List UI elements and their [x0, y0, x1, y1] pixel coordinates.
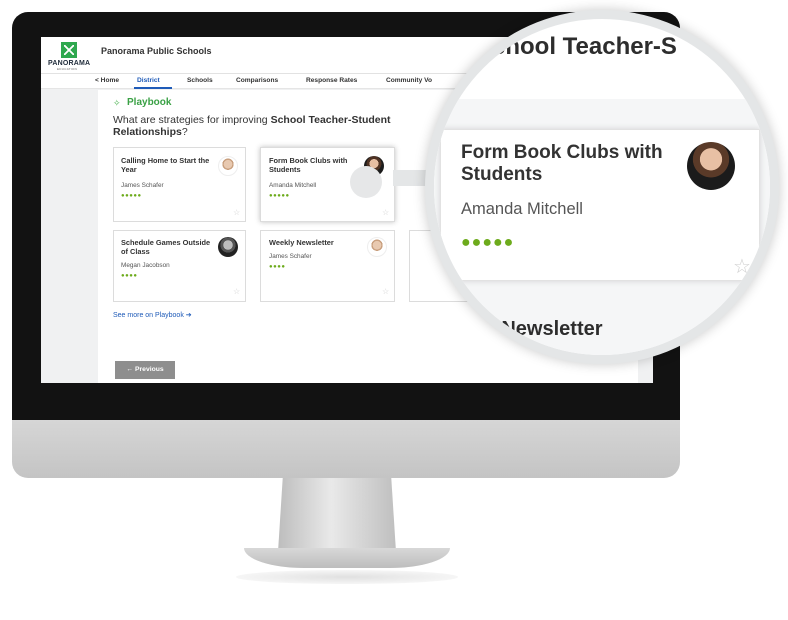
- magnified-next-card-title: kly Newsletter: [468, 318, 603, 340]
- strategy-card-schedule-games[interactable]: Schedule Games Outside of Class Megan Ja…: [113, 230, 246, 302]
- monitor-stand: [278, 478, 396, 552]
- magnifier: chool Teacher-S Form Book Clubs with Stu…: [425, 10, 779, 364]
- magnified-author-avatar: [687, 142, 735, 190]
- see-more-link[interactable]: See more on Playbook ➔: [113, 311, 192, 319]
- monitor-shadow: [236, 570, 458, 584]
- magnified-rating-apples: ●●●●●: [461, 234, 515, 251]
- nav-active-indicator: [134, 87, 172, 89]
- strategy-card-weekly-newsletter[interactable]: Weekly Newsletter James Schafer ●●●● ☆: [260, 230, 395, 302]
- playbook-title: Playbook: [127, 97, 172, 108]
- logo-text: PANORAMA: [48, 60, 91, 67]
- author-avatar: [218, 237, 238, 257]
- card-title: Weekly Newsletter: [269, 238, 334, 247]
- favorite-star-icon[interactable]: ☆: [233, 208, 240, 217]
- magnified-question-fragment: chool Teacher-S: [492, 33, 677, 60]
- previous-button[interactable]: ← Previous: [115, 361, 175, 379]
- logo-subtext: EDUCATION: [57, 67, 78, 71]
- magnified-favorite-star-icon[interactable]: ☆: [733, 254, 751, 279]
- org-name: Panorama Public Schools: [101, 46, 212, 56]
- card-title: Schedule Games Outside of Class: [121, 238, 211, 256]
- card-author: Amanda Mitchell: [269, 182, 317, 189]
- card-title: Form Book Clubs with Students: [269, 156, 348, 174]
- question-suffix: ?: [181, 126, 188, 138]
- magnified-star-icon-2: ☆: [704, 327, 719, 344]
- nav-home[interactable]: < Home: [95, 77, 119, 84]
- nav-community-voice[interactable]: Community Vo: [386, 77, 432, 84]
- rating-apples: ●●●●: [269, 264, 286, 270]
- favorite-star-icon[interactable]: ☆: [382, 208, 389, 217]
- nav-schools[interactable]: Schools: [187, 77, 213, 84]
- monitor-chin: [12, 420, 680, 478]
- nav-response-rates[interactable]: Response Rates: [306, 77, 357, 84]
- rating-apples: ●●●●: [121, 273, 138, 279]
- rating-apples: ●●●●●: [269, 193, 290, 199]
- author-avatar: [367, 237, 387, 257]
- card-author: James Schafer: [121, 182, 164, 189]
- playbook-icon: ✧: [113, 98, 121, 108]
- nav-comparisons[interactable]: Comparisons: [236, 77, 278, 84]
- lens-focus-dot: [350, 166, 382, 198]
- magnified-card[interactable]: Form Book Clubs with Students Amanda Mit…: [440, 129, 760, 281]
- favorite-star-icon[interactable]: ☆: [382, 287, 389, 296]
- rating-apples: ●●●●●: [121, 193, 142, 199]
- card-author: Megan Jacobson: [121, 262, 170, 269]
- monitor-base: [244, 548, 450, 568]
- card-title: Calling Home to Start the Year: [121, 156, 210, 174]
- favorite-star-icon[interactable]: ☆: [233, 287, 240, 296]
- card-author: James Schafer: [269, 253, 312, 260]
- nav-district[interactable]: District: [137, 77, 160, 84]
- playbook-question: What are strategies for improving School…: [113, 114, 413, 138]
- strategy-card-calling-home[interactable]: Calling Home to Start the Year James Sch…: [113, 147, 246, 222]
- magnified-card-author: Amanda Mitchell: [461, 200, 583, 218]
- logo-icon[interactable]: [61, 42, 77, 58]
- author-avatar: [218, 156, 238, 176]
- question-prefix: What are strategies for improving: [113, 114, 271, 126]
- magnified-card-title: Form Book Clubs with Students: [461, 142, 663, 185]
